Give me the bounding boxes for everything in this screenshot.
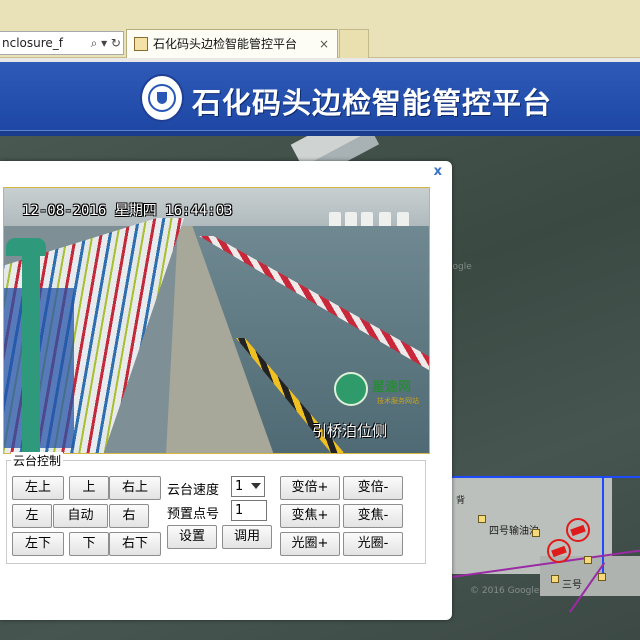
storage-tank	[379, 212, 391, 226]
iris-close-button[interactable]: 光圈-	[343, 532, 403, 556]
watermark-subtitle: 技术服务网站	[377, 397, 419, 405]
ptz-down-button[interactable]: 下	[69, 532, 109, 556]
ptz-up-right-button[interactable]: 右上	[109, 476, 161, 500]
ptz-legend: 云台控制	[11, 452, 64, 469]
video-caption: 引桥泊位侧	[312, 422, 388, 440]
ptz-up-button[interactable]: 上	[69, 476, 109, 500]
ptz-right-button[interactable]: 右	[109, 504, 149, 528]
berth-label-top: 背	[456, 496, 466, 506]
browser-tab[interactable]: 石化码头边检智能管控平台 ×	[126, 29, 338, 58]
address-text: nclosure_f	[2, 36, 64, 50]
map-watermark-bottom: © 2016 Google	[470, 586, 540, 596]
ptz-down-left-button[interactable]: 左下	[12, 532, 64, 556]
map-marker-icon[interactable]	[532, 529, 540, 537]
site-header: 石化码头边检智能管控平台	[0, 58, 640, 136]
zoom-out-button[interactable]: 变倍-	[343, 476, 403, 500]
video-green-pipe	[22, 243, 40, 453]
address-bar[interactable]: nclosure_f ⌕ ▾ ↻	[0, 31, 124, 55]
watermark-name: 星速网	[372, 380, 412, 395]
preset-call-button[interactable]: 调用	[222, 525, 272, 549]
preset-set-button[interactable]: 设置	[167, 525, 217, 549]
ptz-down-right-button[interactable]: 右下	[109, 532, 161, 556]
new-tab-button[interactable]	[339, 29, 369, 58]
ptz-speed-select[interactable]: 1	[231, 476, 265, 497]
map-marker-icon[interactable]	[551, 575, 559, 583]
ptz-auto-button[interactable]: 自动	[53, 504, 108, 528]
camera-icon[interactable]	[566, 518, 590, 542]
video-storage-tanks	[329, 208, 429, 226]
site-title: 石化码头边检智能管控平台	[192, 86, 553, 120]
storage-tank	[345, 212, 357, 226]
popup-close-button[interactable]: x	[434, 164, 442, 179]
ptz-speed-value: 1	[235, 479, 244, 494]
browser-toolbar: nclosure_f ⌕ ▾ ↻ 石化码头边检智能管控平台 ×	[0, 0, 640, 58]
map-marker-icon[interactable]	[598, 573, 606, 581]
watermark-logo-icon	[334, 372, 368, 406]
video-timestamp: 12-08-2016 星期四 16:44:03	[22, 203, 233, 219]
chevron-down-icon	[251, 483, 261, 489]
tab-close-icon[interactable]: ×	[319, 30, 329, 58]
tab-title: 石化码头边检智能管控平台	[153, 37, 298, 51]
ptz-up-left-button[interactable]: 左上	[12, 476, 64, 500]
berth-3-label: 三号	[562, 580, 582, 591]
camera-popup: x 12-08-2016 星期四 16:44:03 星速网 技术服务网站 引桥泊…	[0, 161, 452, 620]
ptz-left-button[interactable]: 左	[12, 504, 52, 528]
storage-tank	[361, 212, 373, 226]
preset-input[interactable]: 1	[231, 500, 267, 521]
storage-tank	[329, 212, 341, 226]
emblem-inner-shield-icon	[148, 84, 176, 112]
ptz-control-panel: 云台控制 左上 上 右上 左 自动 右 左下 下 右下 云台速度 1 预置点号 …	[6, 452, 426, 564]
ptz-speed-label: 云台速度	[167, 483, 220, 498]
focus-in-button[interactable]: 变焦+	[280, 504, 340, 528]
video-feed[interactable]: 12-08-2016 星期四 16:44:03 星速网 技术服务网站 引桥泊位侧	[3, 187, 430, 454]
zone-boundary-line	[452, 476, 640, 478]
address-bar-icons[interactable]: ⌕ ▾ ↻	[90, 32, 121, 54]
favicon-icon	[134, 37, 148, 51]
storage-tank	[397, 212, 409, 226]
map-marker-icon[interactable]	[584, 556, 592, 564]
preset-label: 预置点号	[167, 507, 220, 522]
zoom-in-button[interactable]: 变倍+	[280, 476, 340, 500]
camera-icon[interactable]	[547, 539, 571, 563]
focus-out-button[interactable]: 变焦-	[343, 504, 403, 528]
map-marker-icon[interactable]	[478, 515, 486, 523]
iris-open-button[interactable]: 光圈+	[280, 532, 340, 556]
border-inspection-emblem-icon	[140, 74, 184, 122]
